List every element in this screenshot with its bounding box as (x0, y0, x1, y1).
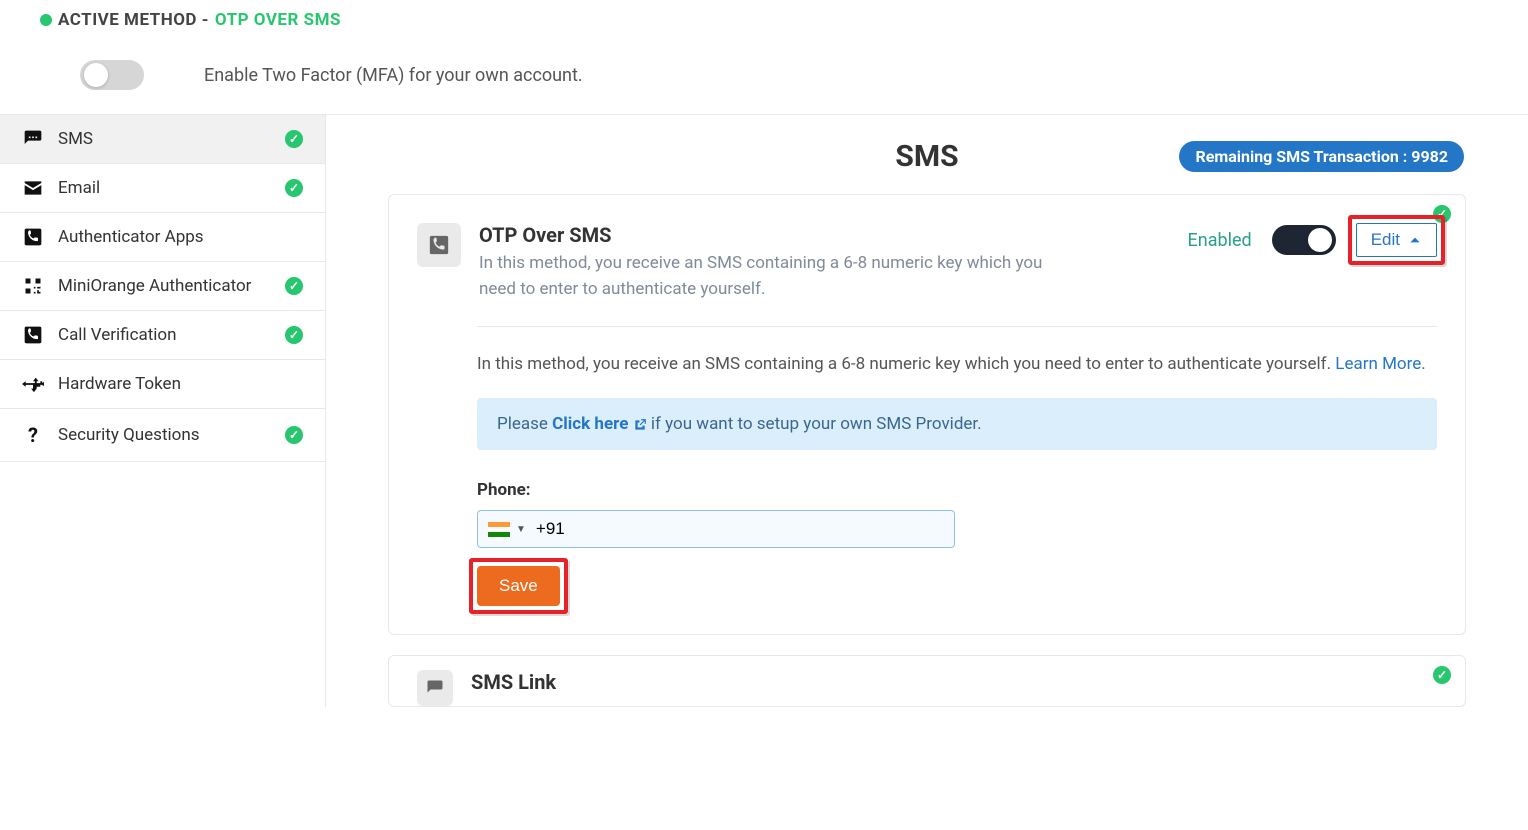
sidebar-item-hardware-token[interactable]: Hardware Token (0, 360, 325, 409)
edit-button[interactable]: Edit (1356, 223, 1437, 257)
chat-icon (22, 129, 44, 149)
remaining-sms-badge: Remaining SMS Transaction : 9982 (1179, 141, 1464, 172)
sidebar-item-label: MiniOrange Authenticator (58, 276, 251, 296)
sidebar-item-label: Security Questions (58, 425, 200, 445)
country-flag-selector[interactable]: ▼ (488, 522, 526, 537)
otp-sms-toggle[interactable] (1272, 225, 1336, 255)
phone-icon (417, 223, 461, 267)
click-here-link[interactable]: Click here (552, 414, 646, 434)
check-icon: ✓ (285, 326, 303, 344)
external-link-icon (633, 418, 647, 432)
enabled-status: Enabled (1188, 230, 1252, 251)
sidebar-item-label: Call Verification (58, 325, 177, 345)
sidebar-item-miniorange-auth[interactable]: MiniOrange Authenticator ✓ (0, 262, 325, 311)
check-icon: ✓ (285, 426, 303, 444)
otp-over-sms-card: ✓ OTP Over SMS In this method, you recei… (388, 194, 1466, 635)
sidebar-item-label: Hardware Token (58, 374, 181, 394)
sidebar-item-label: Authenticator Apps (58, 227, 204, 247)
check-icon: ✓ (285, 179, 303, 197)
phone-square-icon (22, 227, 44, 247)
check-icon: ✓ (1433, 205, 1451, 223)
active-method-prefix: ACTIVE METHOD - (58, 10, 209, 30)
page-title: SMS (895, 139, 958, 174)
qrcode-icon (22, 276, 44, 296)
save-button[interactable]: Save (477, 566, 560, 606)
sidebar-item-security-questions[interactable]: ? Security Questions ✓ (0, 409, 325, 462)
check-icon: ✓ (1433, 666, 1451, 684)
toggle-knob-icon (1308, 228, 1332, 252)
edit-button-label: Edit (1371, 230, 1400, 250)
sidebar-item-email[interactable]: Email ✓ (0, 164, 325, 213)
phone-square-icon (22, 325, 44, 345)
question-icon: ? (22, 423, 44, 447)
sms-provider-banner: Please Click here if you want to setup y… (477, 398, 1437, 450)
card-title: SMS Link (471, 670, 1051, 694)
sidebar-item-label: SMS (58, 129, 93, 149)
active-method-status: ACTIVE METHOD - OTP OVER SMS (40, 10, 1508, 30)
chevron-up-icon (1408, 233, 1422, 247)
sidebar-item-sms[interactable]: SMS ✓ (0, 115, 325, 164)
mfa-toggle[interactable] (80, 60, 144, 90)
envelope-icon (22, 178, 44, 198)
card-title: OTP Over SMS (479, 223, 1059, 247)
usb-icon (22, 374, 44, 394)
caret-down-icon: ▼ (516, 524, 526, 535)
sidebar: SMS ✓ Email ✓ Authenticator Apps (0, 115, 326, 707)
phone-number-input[interactable] (536, 519, 944, 539)
phone-label: Phone: (477, 480, 1437, 500)
sidebar-item-authenticator-apps[interactable]: Authenticator Apps (0, 213, 325, 262)
learn-more-link[interactable]: Learn More. (1335, 354, 1425, 374)
content-area: SMS Remaining SMS Transaction : 9982 ✓ O… (326, 115, 1528, 707)
check-icon: ✓ (285, 130, 303, 148)
sidebar-item-call-verification[interactable]: Call Verification ✓ (0, 311, 325, 360)
sms-link-card[interactable]: ✓ SMS Link (388, 655, 1466, 707)
check-icon: ✓ (285, 277, 303, 295)
india-flag-icon (488, 522, 510, 537)
sms-link-icon (417, 670, 453, 706)
active-method-value: OTP OVER SMS (215, 10, 341, 30)
method-description: In this method, you receive an SMS conta… (477, 351, 1437, 378)
phone-input-group[interactable]: ▼ (477, 510, 955, 548)
sidebar-item-label: Email (58, 178, 100, 198)
card-description: In this method, you receive an SMS conta… (479, 251, 1059, 302)
toggle-knob-icon (84, 63, 108, 87)
mfa-toggle-label: Enable Two Factor (MFA) for your own acc… (204, 65, 583, 86)
active-dot-icon (40, 14, 52, 26)
